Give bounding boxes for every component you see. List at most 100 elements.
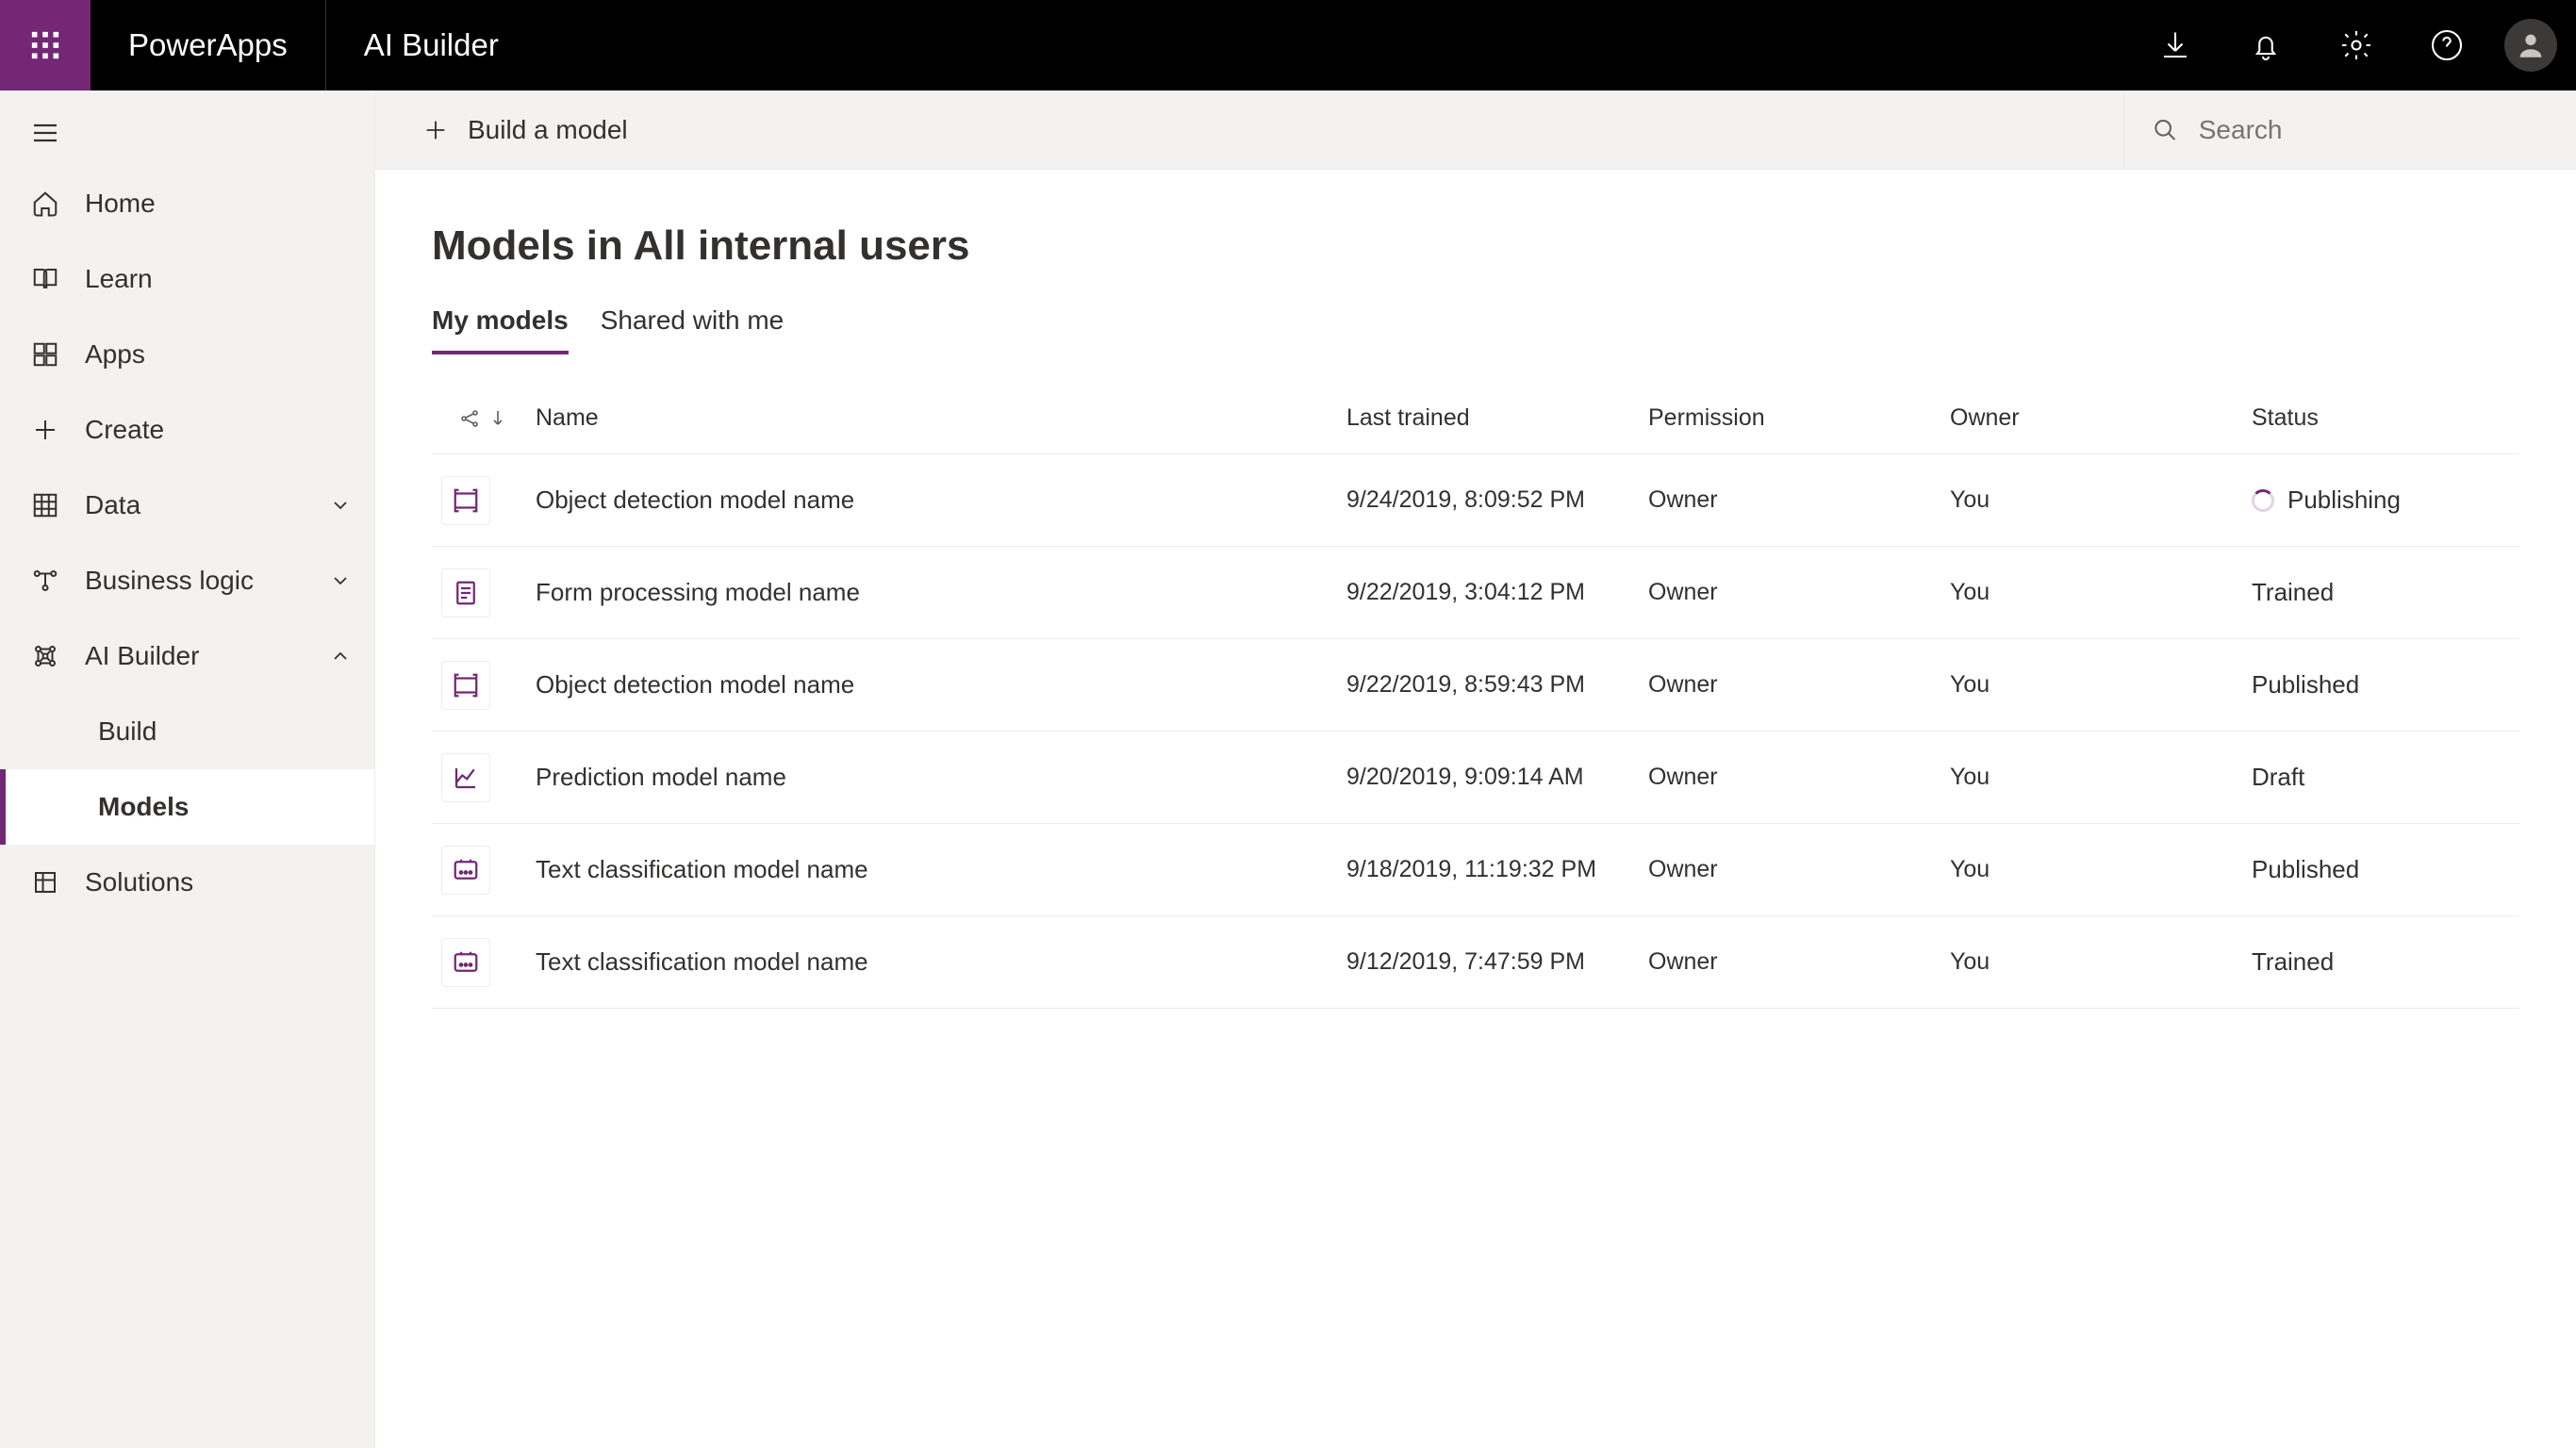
download-button[interactable] (2133, 0, 2218, 90)
sidebar-item-label: Apps (85, 339, 352, 370)
row-owner: You (1950, 671, 2252, 699)
column-header-type[interactable] (432, 407, 536, 430)
row-status: Trained (2252, 578, 2519, 607)
row-permission: Owner (1648, 579, 1950, 606)
tabs: My models Shared with me (432, 305, 2519, 354)
column-header-owner[interactable]: Owner (1950, 404, 2252, 432)
row-last-trained: 9/18/2019, 11:19:32 PM (1346, 856, 1648, 883)
sidebar-subitem-models[interactable]: Models (0, 769, 374, 845)
row-owner: You (1950, 948, 2252, 976)
row-name: Object detection model name (536, 485, 1346, 515)
row-last-trained: 9/12/2019, 7:47:59 PM (1346, 948, 1648, 976)
search-box[interactable] (2123, 90, 2576, 170)
chevron-down-icon (329, 569, 352, 592)
column-header-status[interactable]: Status (2252, 404, 2519, 432)
row-permission: Owner (1648, 486, 1950, 514)
settings-button[interactable] (2314, 0, 2399, 90)
table-row[interactable]: Object detection model name9/22/2019, 8:… (432, 639, 2519, 732)
sidebar-collapse-button[interactable] (0, 100, 374, 166)
row-type-cell (432, 938, 536, 987)
page-title: Models in All internal users (432, 222, 2519, 270)
row-name: Text classification model name (536, 947, 1346, 977)
sidebar-item-solutions[interactable]: Solutions (0, 845, 374, 920)
help-icon (2430, 28, 2464, 62)
table-row[interactable]: Object detection model name9/24/2019, 8:… (432, 454, 2519, 547)
gear-icon (2339, 28, 2373, 62)
header-actions (2133, 0, 2576, 90)
spinner-icon (2252, 489, 2274, 512)
help-button[interactable] (2404, 0, 2489, 90)
app-launcher-button[interactable] (0, 0, 91, 90)
notifications-button[interactable] (2223, 0, 2308, 90)
hamburger-icon (30, 118, 60, 148)
tab-shared-with-me[interactable]: Shared with me (601, 305, 784, 354)
row-name: Prediction model name (536, 763, 1346, 792)
prediction-icon (441, 753, 490, 802)
row-status-text: Trained (2252, 947, 2334, 977)
sidebar-item-ai-builder[interactable]: AI Builder (0, 618, 374, 694)
home-icon (31, 189, 59, 218)
text-classification-icon (441, 846, 490, 895)
user-avatar[interactable] (2504, 19, 2557, 72)
table-row[interactable]: Text classification model name9/12/2019,… (432, 916, 2519, 1009)
row-status-text: Published (2252, 670, 2359, 699)
table-row[interactable]: Text classification model name9/18/2019,… (432, 824, 2519, 916)
sidebar-item-label: Data (85, 490, 329, 520)
global-header: PowerApps AI Builder (0, 0, 2576, 90)
row-permission: Owner (1648, 948, 1950, 976)
form-processing-icon (441, 568, 490, 617)
row-status-text: Publishing (2287, 485, 2401, 515)
data-icon (31, 491, 59, 519)
flow-icon (31, 567, 59, 595)
command-bar: Build a model (375, 90, 2576, 170)
sidebar-item-apps[interactable]: Apps (0, 317, 374, 392)
row-type-cell (432, 568, 536, 617)
row-name: Text classification model name (536, 855, 1346, 884)
plus-icon (422, 117, 449, 143)
app-name[interactable]: PowerApps (91, 27, 325, 63)
bell-icon (2249, 28, 2283, 62)
tab-my-models[interactable]: My models (432, 305, 569, 354)
sidebar-item-home[interactable]: Home (0, 166, 374, 241)
row-last-trained: 9/20/2019, 9:09:14 AM (1346, 764, 1648, 791)
sidebar-subitem-build[interactable]: Build (0, 694, 374, 769)
row-last-trained: 9/22/2019, 3:04:12 PM (1346, 579, 1648, 606)
row-permission: Owner (1648, 856, 1950, 883)
row-last-trained: 9/24/2019, 8:09:52 PM (1346, 486, 1648, 514)
row-type-cell (432, 476, 536, 525)
sidebar-subitem-label: Models (98, 792, 189, 822)
app-section: AI Builder (326, 27, 537, 63)
sidebar-item-create[interactable]: Create (0, 392, 374, 468)
search-input[interactable] (2199, 115, 2576, 145)
sidebar-item-label: Learn (85, 264, 352, 294)
table-header-row: Name Last trained Permission Owner Statu… (432, 383, 2519, 454)
build-model-label: Build a model (468, 115, 628, 145)
apps-icon (31, 340, 59, 369)
row-permission: Owner (1648, 671, 1950, 699)
column-header-last-trained[interactable]: Last trained (1346, 404, 1648, 432)
row-status: Draft (2252, 763, 2519, 792)
solutions-icon (31, 868, 59, 897)
column-header-name[interactable]: Name (536, 404, 1346, 432)
row-type-cell (432, 753, 536, 802)
row-status: Publishing (2252, 485, 2519, 515)
main: Build a model Models in All internal use… (375, 90, 2576, 1448)
column-header-permission[interactable]: Permission (1648, 404, 1950, 432)
sidebar-item-data[interactable]: Data (0, 468, 374, 543)
chevron-up-icon (329, 645, 352, 667)
sidebar-item-label: Home (85, 189, 352, 219)
build-model-button[interactable]: Build a model (422, 115, 628, 145)
row-status-text: Draft (2252, 763, 2304, 792)
sidebar: Home Learn Apps Create Data Business log… (0, 90, 375, 1448)
table-row[interactable]: Prediction model name9/20/2019, 9:09:14 … (432, 732, 2519, 824)
row-last-trained: 9/22/2019, 8:59:43 PM (1346, 671, 1648, 699)
sidebar-subitem-label: Build (98, 716, 157, 747)
table-row[interactable]: Form processing model name9/22/2019, 3:0… (432, 547, 2519, 639)
row-owner: You (1950, 579, 2252, 606)
sidebar-item-business-logic[interactable]: Business logic (0, 543, 374, 618)
waffle-icon (29, 29, 61, 61)
row-type-cell (432, 661, 536, 710)
row-owner: You (1950, 856, 2252, 883)
sidebar-item-learn[interactable]: Learn (0, 241, 374, 317)
object-detection-icon (441, 661, 490, 710)
